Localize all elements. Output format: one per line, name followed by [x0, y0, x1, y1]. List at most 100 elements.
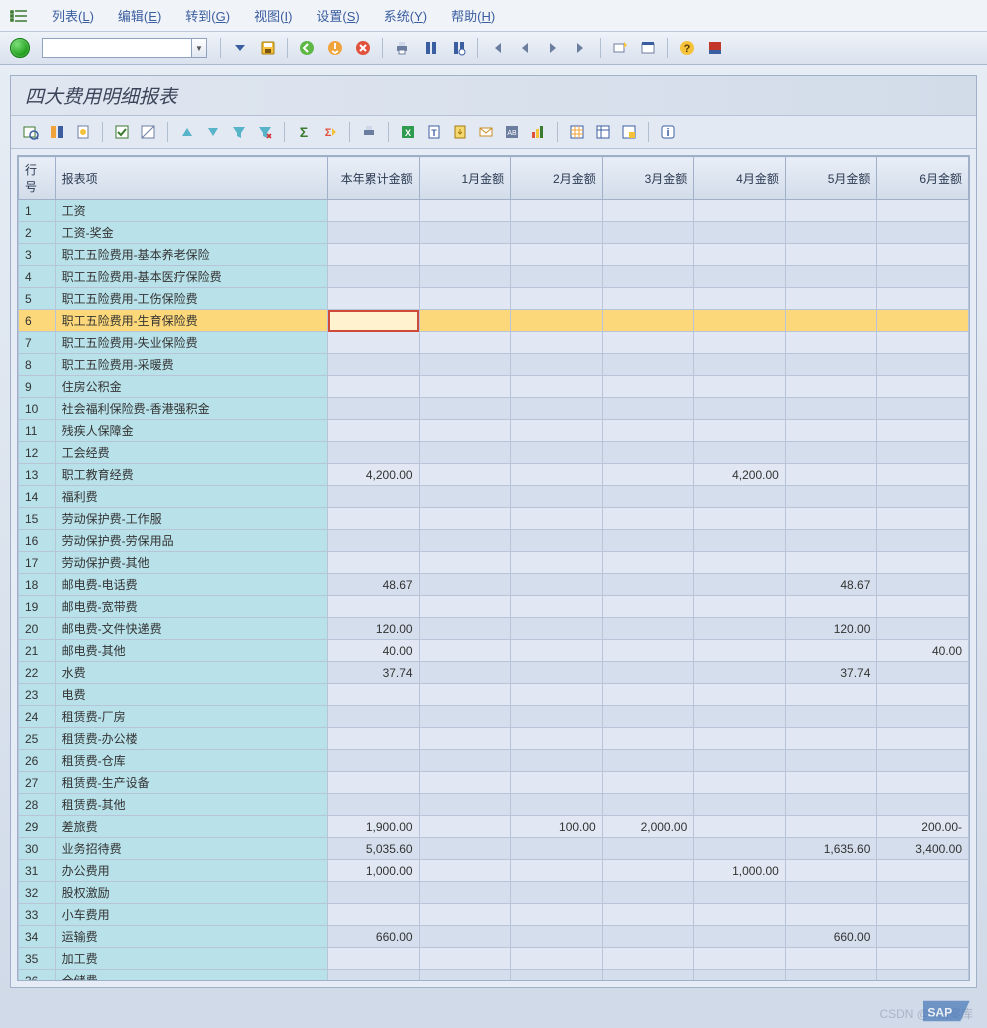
cell-m3[interactable] — [602, 508, 694, 530]
cell-item[interactable]: 租赁费-仓库 — [55, 750, 327, 772]
cell-item[interactable]: 电费 — [55, 684, 327, 706]
cell-m3[interactable] — [602, 266, 694, 288]
cell-m6[interactable] — [877, 618, 969, 640]
cell-m3[interactable] — [602, 244, 694, 266]
cell-m3[interactable] — [602, 310, 694, 332]
cell-row[interactable]: 32 — [19, 882, 56, 904]
cell-ytd[interactable] — [328, 288, 420, 310]
cell-m1[interactable] — [419, 662, 511, 684]
cell-m4[interactable] — [694, 596, 786, 618]
cell-m5[interactable] — [785, 266, 877, 288]
filter-icon[interactable] — [227, 121, 251, 143]
cell-m3[interactable] — [602, 684, 694, 706]
cell-ytd[interactable] — [328, 904, 420, 926]
cell-m4[interactable] — [694, 706, 786, 728]
cell-row[interactable]: 30 — [19, 838, 56, 860]
cell-m3[interactable] — [602, 464, 694, 486]
cell-m5[interactable] — [785, 310, 877, 332]
menu-h[interactable]: 帮助(H) — [451, 9, 495, 24]
cell-m2[interactable] — [511, 640, 603, 662]
cell-m4[interactable] — [694, 904, 786, 926]
table-row[interactable]: 14福利费 — [19, 486, 969, 508]
table-row[interactable]: 34运输费660.00660.00 — [19, 926, 969, 948]
cell-m2[interactable] — [511, 222, 603, 244]
cell-m5[interactable] — [785, 904, 877, 926]
cell-m1[interactable] — [419, 838, 511, 860]
cell-ytd[interactable] — [328, 948, 420, 970]
table-row[interactable]: 18邮电费-电话费48.6748.67 — [19, 574, 969, 596]
cell-m1[interactable] — [419, 244, 511, 266]
cell-m6[interactable] — [877, 332, 969, 354]
cell-item[interactable]: 仓储费 — [55, 970, 327, 982]
table-row[interactable]: 6职工五险费用-生育保险费 — [19, 310, 969, 332]
cell-m5[interactable] — [785, 772, 877, 794]
cell-row[interactable]: 7 — [19, 332, 56, 354]
cell-m2[interactable] — [511, 882, 603, 904]
col-header-m4[interactable]: 4月金额 — [694, 157, 786, 200]
cell-row[interactable]: 20 — [19, 618, 56, 640]
command-input[interactable] — [42, 38, 192, 58]
cell-m5[interactable] — [785, 442, 877, 464]
cell-m1[interactable] — [419, 948, 511, 970]
cell-ytd[interactable] — [328, 442, 420, 464]
cell-m6[interactable] — [877, 662, 969, 684]
table-row[interactable]: 7职工五险费用-失业保险费 — [19, 332, 969, 354]
sort-asc-icon[interactable] — [175, 121, 199, 143]
cell-ytd[interactable] — [328, 772, 420, 794]
cell-ytd[interactable] — [328, 970, 420, 982]
cell-m1[interactable] — [419, 266, 511, 288]
cell-m3[interactable]: 2,000.00 — [602, 816, 694, 838]
cell-item[interactable]: 职工五险费用-失业保险费 — [55, 332, 327, 354]
cell-m6[interactable] — [877, 200, 969, 222]
cell-m2[interactable] — [511, 926, 603, 948]
cell-m6[interactable] — [877, 266, 969, 288]
table-row[interactable]: 32股权激励 — [19, 882, 969, 904]
cell-m6[interactable] — [877, 970, 969, 982]
cell-ytd[interactable] — [328, 882, 420, 904]
cell-ytd[interactable]: 48.67 — [328, 574, 420, 596]
cell-row[interactable]: 28 — [19, 794, 56, 816]
cell-m5[interactable] — [785, 970, 877, 982]
cell-item[interactable]: 职工五险费用-基本养老保险 — [55, 244, 327, 266]
cell-ytd[interactable]: 660.00 — [328, 926, 420, 948]
cell-m6[interactable] — [877, 442, 969, 464]
cell-m5[interactable] — [785, 420, 877, 442]
cell-ytd[interactable] — [328, 794, 420, 816]
table-row[interactable]: 30业务招待费5,035.601,635.603,400.00 — [19, 838, 969, 860]
table-row[interactable]: 36仓储费 — [19, 970, 969, 982]
cell-m4[interactable] — [694, 222, 786, 244]
prev-page-icon[interactable] — [513, 37, 537, 59]
cell-ytd[interactable] — [328, 750, 420, 772]
next-page-icon[interactable] — [541, 37, 565, 59]
cell-item[interactable]: 残疾人保障金 — [55, 420, 327, 442]
menu-s[interactable]: 设置(S) — [316, 9, 359, 24]
cell-row[interactable]: 6 — [19, 310, 56, 332]
cell-m6[interactable]: 200.00- — [877, 816, 969, 838]
cell-m4[interactable] — [694, 662, 786, 684]
menu-l[interactable]: 列表(L) — [52, 9, 94, 24]
cell-item[interactable]: 租赁费-厂房 — [55, 706, 327, 728]
cell-row[interactable]: 3 — [19, 244, 56, 266]
table-row[interactable]: 12工会经费 — [19, 442, 969, 464]
table-row[interactable]: 16劳动保护费-劳保用品 — [19, 530, 969, 552]
cell-m5[interactable] — [785, 464, 877, 486]
cell-m6[interactable] — [877, 882, 969, 904]
cell-m5[interactable] — [785, 794, 877, 816]
cell-m5[interactable] — [785, 882, 877, 904]
menu-y[interactable]: 系统(Y) — [384, 9, 427, 24]
col-header-m2[interactable]: 2月金额 — [511, 157, 603, 200]
cell-row[interactable]: 24 — [19, 706, 56, 728]
cell-m2[interactable] — [511, 244, 603, 266]
cell-ytd[interactable] — [328, 398, 420, 420]
cell-m2[interactable] — [511, 332, 603, 354]
cell-m4[interactable] — [694, 838, 786, 860]
table-row[interactable]: 19邮电费-宽带费 — [19, 596, 969, 618]
cell-m1[interactable] — [419, 222, 511, 244]
cell-m1[interactable] — [419, 750, 511, 772]
cell-m2[interactable] — [511, 838, 603, 860]
cell-row[interactable]: 35 — [19, 948, 56, 970]
cell-m2[interactable] — [511, 618, 603, 640]
table-row[interactable]: 17劳动保护费-其他 — [19, 552, 969, 574]
cell-m6[interactable] — [877, 376, 969, 398]
cell-item[interactable]: 职工五险费用-生育保险费 — [55, 310, 327, 332]
